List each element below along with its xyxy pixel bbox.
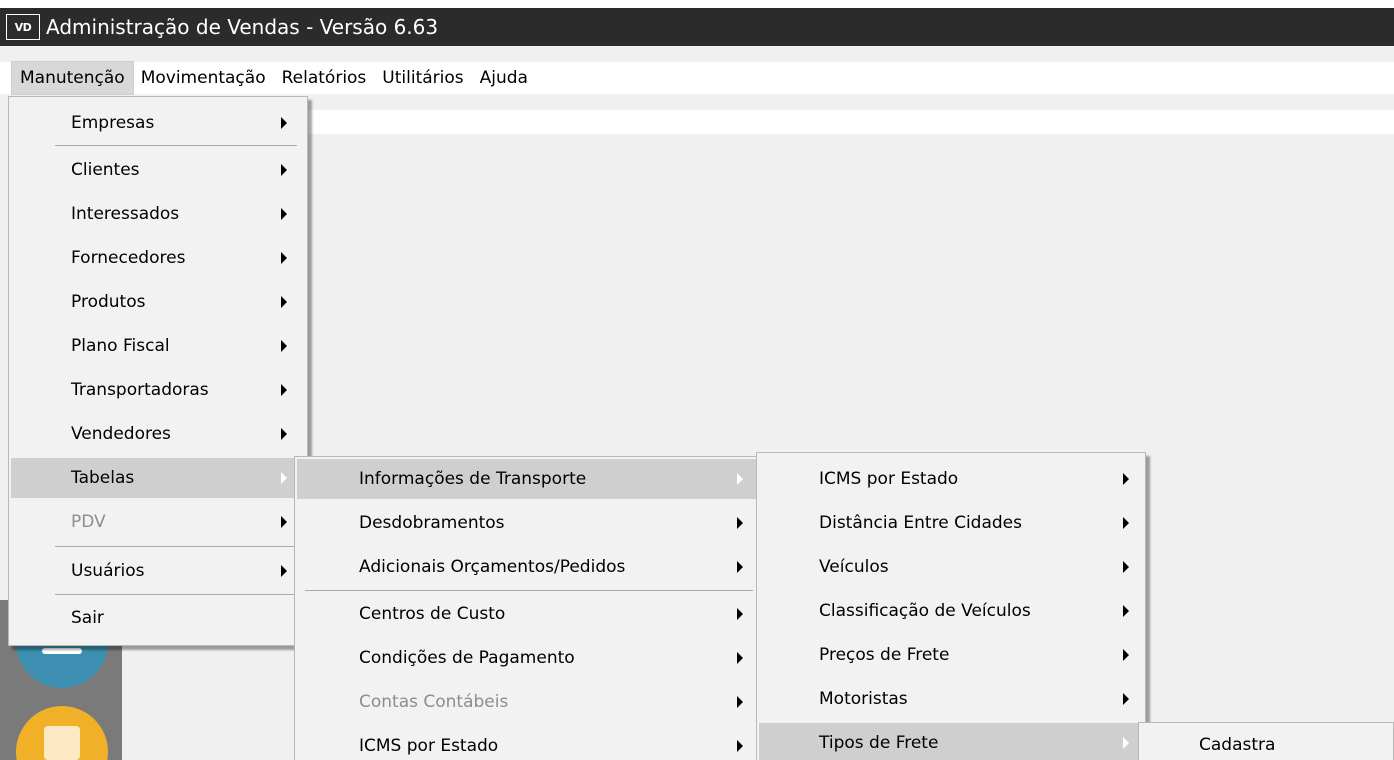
menu-item-veiculos[interactable]: Veículos — [759, 547, 1143, 587]
menu-item-transportadoras[interactable]: Transportadoras — [11, 370, 305, 410]
submenu-arrow-icon — [737, 740, 743, 752]
menu-item-label: Empresas — [71, 113, 155, 133]
menu-item-label: Sair — [71, 608, 104, 628]
submenu-arrow-icon — [737, 561, 743, 573]
submenu-arrow-icon — [281, 208, 287, 220]
menu-item-informacoes-transporte[interactable]: Informações de Transporte — [297, 459, 761, 499]
menu-item-label: Motoristas — [819, 689, 908, 709]
menu-item-interessados[interactable]: Interessados — [11, 194, 305, 234]
menu-item-desdobramentos[interactable]: Desdobramentos — [297, 503, 761, 543]
menu-item-precos-frete[interactable]: Preços de Frete — [759, 635, 1143, 675]
menu-item-label: ICMS por Estado — [819, 469, 959, 489]
menu-separator — [55, 594, 297, 595]
menu-item-empresas[interactable]: Empresas — [11, 103, 305, 143]
menu-item-label: Veículos — [819, 557, 889, 577]
menu-item-label: Tabelas — [71, 468, 135, 488]
tipos-frete-submenu: Cadastra — [1138, 722, 1394, 760]
menu-item-vendedores[interactable]: Vendedores — [11, 414, 305, 454]
submenu-arrow-icon — [281, 340, 287, 352]
submenu-arrow-icon — [1123, 473, 1129, 485]
menu-item-label: Vendedores — [71, 424, 171, 444]
menu-separator — [55, 546, 297, 547]
submenu-arrow-icon — [281, 472, 287, 484]
menu-item-fornecedores[interactable]: Fornecedores — [11, 238, 305, 278]
menu-item-tipos-frete[interactable]: Tipos de Frete — [759, 723, 1143, 760]
menu-item-label: ICMS por Estado — [359, 736, 499, 756]
menu-item-label: Interessados — [71, 204, 180, 224]
submenu-arrow-icon — [737, 473, 743, 485]
title-bar: VD Administração de Vendas - Versão 6.63 — [0, 0, 1394, 46]
menu-item-label: Adicionais Orçamentos/Pedidos — [359, 557, 626, 577]
menu-item-label: Classificação de Veículos — [819, 601, 1031, 621]
manutencao-dropdown: Empresas Clientes Interessados Fornecedo… — [8, 96, 308, 646]
menu-item-icms-estado[interactable]: ICMS por Estado — [297, 726, 761, 760]
menu-item-label: Informações de Transporte — [359, 469, 587, 489]
submenu-arrow-icon — [1123, 517, 1129, 529]
menu-item-contas-contabeis[interactable]: Contas Contábeis — [297, 682, 761, 722]
submenu-arrow-icon — [281, 296, 287, 308]
menu-item-label: Plano Fiscal — [71, 336, 170, 356]
menu-item-icms-estado[interactable]: ICMS por Estado — [759, 459, 1143, 499]
transporte-submenu: ICMS por Estado Distância Entre Cidades … — [756, 452, 1146, 760]
menu-item-distancia-cidades[interactable]: Distância Entre Cidades — [759, 503, 1143, 543]
menu-item-label: Produtos — [71, 292, 146, 312]
menu-item-classificacao-veiculos[interactable]: Classificação de Veículos — [759, 591, 1143, 631]
menu-item-label: Condições de Pagamento — [359, 648, 575, 668]
menu-item-adicionais-orcamentos[interactable]: Adicionais Orçamentos/Pedidos — [297, 547, 761, 587]
menu-bar: Manutenção Movimentação Relatórios Utili… — [0, 61, 1394, 95]
submenu-arrow-icon — [281, 565, 287, 577]
submenu-arrow-icon — [281, 384, 287, 396]
menu-item-motoristas[interactable]: Motoristas — [759, 679, 1143, 719]
menu-item-label: Preços de Frete — [819, 645, 950, 665]
submenu-arrow-icon — [1123, 605, 1129, 617]
menu-movimentacao[interactable]: Movimentação — [133, 62, 274, 94]
toolbar-area — [300, 110, 1394, 134]
menu-item-label: Clientes — [71, 160, 140, 180]
submenu-arrow-icon — [281, 428, 287, 440]
menu-item-label: Distância Entre Cidades — [819, 513, 1022, 533]
submenu-arrow-icon — [1123, 737, 1129, 749]
submenu-arrow-icon — [281, 117, 287, 129]
menu-item-clientes[interactable]: Clientes — [11, 150, 305, 190]
menu-separator — [305, 590, 753, 591]
menu-item-label: Tipos de Frete — [819, 733, 939, 753]
menu-item-produtos[interactable]: Produtos — [11, 282, 305, 322]
submenu-arrow-icon — [1123, 649, 1129, 661]
submenu-arrow-icon — [1123, 693, 1129, 705]
menu-manutencao[interactable]: Manutenção — [11, 61, 134, 95]
menu-item-tabelas[interactable]: Tabelas — [11, 458, 305, 498]
menu-item-label: Cadastra — [1199, 735, 1276, 755]
submenu-arrow-icon — [737, 652, 743, 664]
menu-item-label: Usuários — [71, 561, 145, 581]
menu-utilitarios[interactable]: Utilitários — [374, 62, 471, 94]
menu-item-label: Centros de Custo — [359, 604, 506, 624]
menu-item-plano-fiscal[interactable]: Plano Fiscal — [11, 326, 305, 366]
tabelas-submenu: Informações de Transporte Desdobramentos… — [294, 456, 764, 760]
submenu-arrow-icon — [737, 608, 743, 620]
submenu-arrow-icon — [281, 516, 287, 528]
menu-item-label: Desdobramentos — [359, 513, 505, 533]
menu-ajuda[interactable]: Ajuda — [472, 62, 536, 94]
menu-item-pdv[interactable]: PDV — [11, 502, 305, 542]
submenu-arrow-icon — [1123, 561, 1129, 573]
submenu-arrow-icon — [737, 696, 743, 708]
menu-item-centros-custo[interactable]: Centros de Custo — [297, 594, 761, 634]
menu-item-label: PDV — [71, 512, 106, 532]
menu-item-sair[interactable]: Sair — [11, 598, 305, 638]
menu-item-cadastra[interactable]: Cadastra — [1141, 725, 1391, 760]
submenu-arrow-icon — [281, 164, 287, 176]
menu-item-label: Contas Contábeis — [359, 692, 509, 712]
submenu-arrow-icon — [281, 252, 287, 264]
app-icon: VD — [6, 14, 40, 40]
menu-item-label: Transportadoras — [71, 380, 209, 400]
menu-item-condicoes-pagamento[interactable]: Condições de Pagamento — [297, 638, 761, 678]
menu-relatorios[interactable]: Relatórios — [274, 62, 375, 94]
menu-item-usuarios[interactable]: Usuários — [11, 551, 305, 591]
menu-item-label: Fornecedores — [71, 248, 186, 268]
menu-separator — [55, 145, 297, 146]
window-title: Administração de Vendas - Versão 6.63 — [46, 15, 439, 39]
submenu-arrow-icon — [737, 517, 743, 529]
